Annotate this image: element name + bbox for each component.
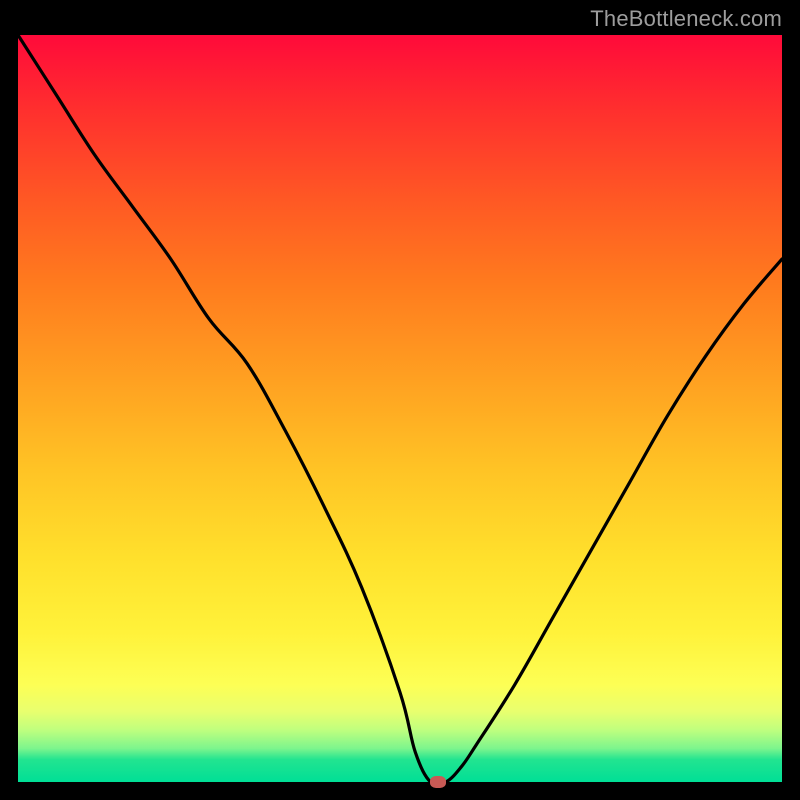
plot-area xyxy=(18,35,782,782)
optimal-point-marker xyxy=(430,776,446,788)
attribution-label: TheBottleneck.com xyxy=(590,6,782,32)
chart-frame: TheBottleneck.com xyxy=(0,0,800,800)
bottleneck-curve xyxy=(18,35,782,782)
